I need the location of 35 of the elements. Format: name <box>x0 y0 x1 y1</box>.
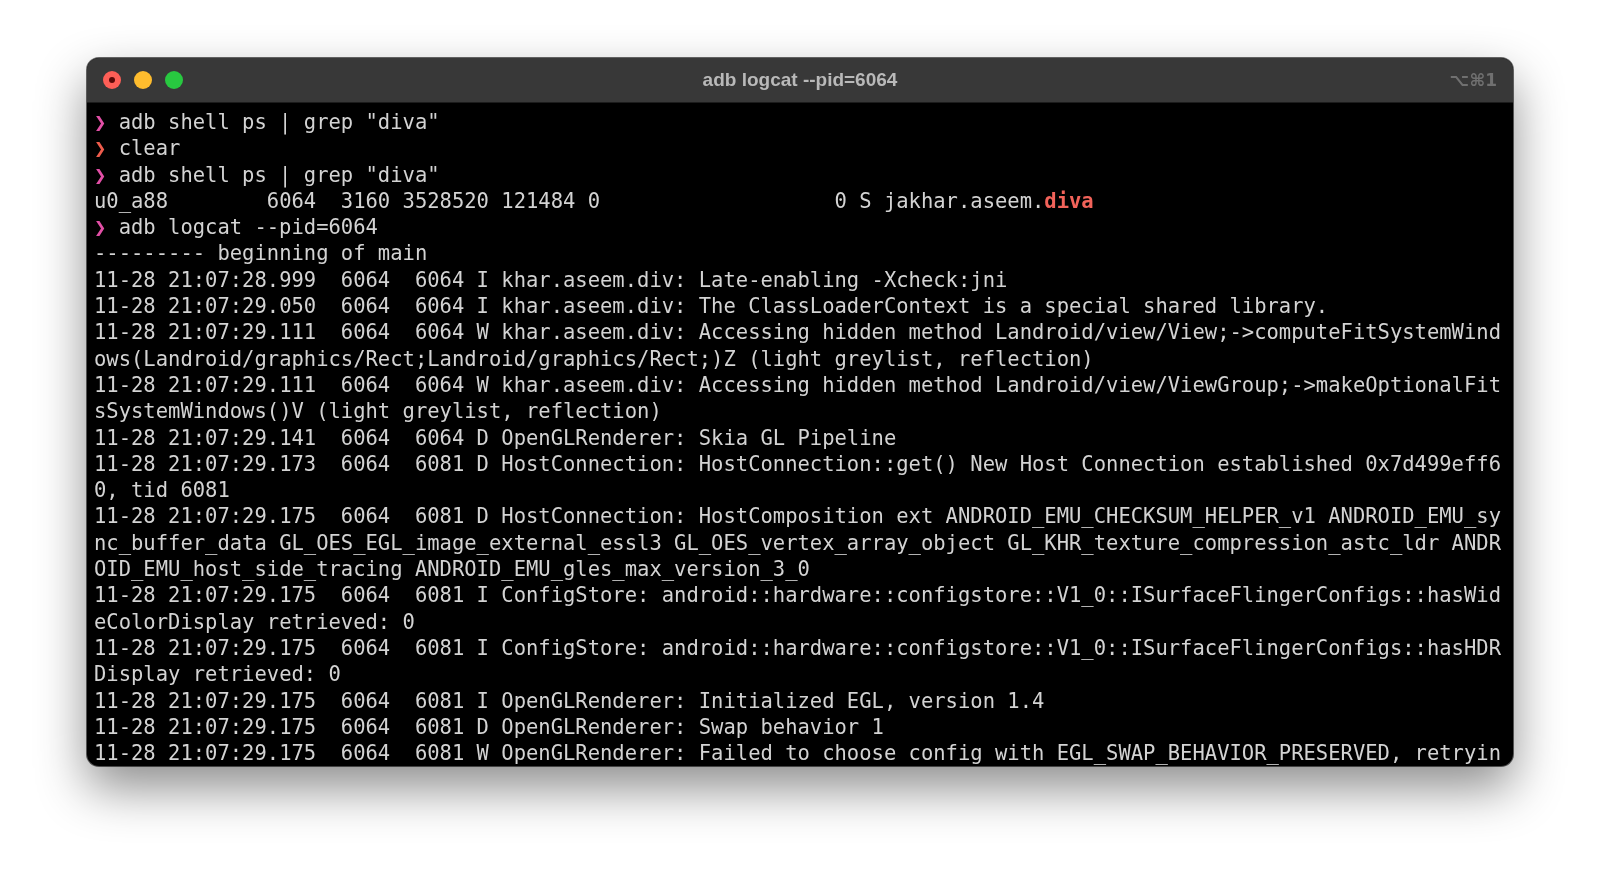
log-line: 11-28 21:07:29.175 6064 6081 I ConfigStore: android::hardware::configstore::V1_0::ISurfaceFlingerConfigs::hasHDR <box>94 634 1502 662</box>
log-line: sSystemWindows()V (light greylist, reflection) <box>94 398 663 425</box>
output-text: u0_a88 6064 3160 3528520 121484 0 0 S jakhar.aseem. <box>94 188 1045 215</box>
log-line: 11-28 21:07:29.175 6064 6081 D HostConnection: HostComposition ext ANDROID_EMU_CHECKSUM_HELPER_v1 ANDROID_EMU_sy <box>94 503 1502 530</box>
command-text: adb shell ps | grep "diva" <box>118 109 440 136</box>
window-title: adb logcat --pid=6064 <box>702 69 898 90</box>
close-button[interactable] <box>103 71 121 89</box>
zoom-button[interactable] <box>165 71 183 89</box>
log-line: 11-28 21:07:29.141 6064 6064 D OpenGLRenderer: Skia GL Pipeline <box>94 424 898 451</box>
log-line: Display retrieved: 0 <box>94 661 342 688</box>
log-line: 11-28 21:07:29.175 6064 6081 W OpenGLRenderer: Failed to choose config with EGL_SWAP_BEHAVIOR_PRESERVED, retryin <box>94 740 1502 766</box>
log-line: --------- beginning of main <box>94 240 429 267</box>
log-line: 11-28 21:07:29.050 6064 6064 I khar.aseem.div: The ClassLoaderContext is a special shared library. <box>94 293 1330 320</box>
log-line: eColorDisplay retrieved: 0 <box>94 608 416 635</box>
log-line: 11-28 21:07:29.111 6064 6064 W khar.aseem.div: Accessing hidden method Landroid/view/ViewGroup;->makeOptionalFit <box>94 371 1502 399</box>
match-highlight: diva <box>1044 187 1094 215</box>
log-line: nc_buffer_data GL_OES_EGL_image_external_essl3 GL_OES_vertex_array_object GL_KHR_texture_compression_astc_ldr ANDR <box>94 529 1502 557</box>
log-line: OID_EMU_host_side_tracing ANDROID_EMU_gles_max_version_3_0 <box>94 556 811 583</box>
log-line: 11-28 21:07:28.999 6064 6064 I khar.aseem.div: Late-enabling -Xcheck:jni <box>94 266 1009 294</box>
prompt-symbol: ❯ <box>94 135 108 162</box>
log-line: 0, tid 6081 <box>94 477 231 504</box>
prompt-symbol: ❯ <box>94 161 108 188</box>
log-line: ows(Landroid/graphics/Rect;Landroid/graphics/Rect;)Z (light greylist, reflection) <box>94 345 1095 372</box>
log-line: 11-28 21:07:29.175 6064 6081 D OpenGLRenderer: Swap behavior 1 <box>94 713 885 741</box>
minimize-button[interactable] <box>134 71 152 89</box>
log-line: 11-28 21:07:29.173 6064 6081 D HostConnection: HostConnection::get() New Host Connection established 0x7d499eff6 <box>94 450 1502 478</box>
log-line: 11-28 21:07:29.175 6064 6081 I ConfigStore: android::hardware::configstore::V1_0::ISurfaceFlingerConfigs::hasWid <box>94 582 1502 609</box>
command-text: adb shell ps | grep "diva" <box>118 161 440 188</box>
command-text: clear <box>118 135 181 162</box>
prompt-symbol: ❯ <box>94 214 108 241</box>
prompt-symbol: ❯ <box>94 109 108 136</box>
shortcut-label: ⌥⌘1 <box>1449 70 1497 90</box>
log-line: 11-28 21:07:29.175 6064 6081 I OpenGLRenderer: Initialized EGL, version 1.4 <box>94 687 1046 714</box>
command-text: adb logcat --pid=6064 <box>118 214 378 241</box>
log-line: 11-28 21:07:29.111 6064 6064 W khar.aseem.div: Accessing hidden method Landroid/view/View;->computeFitSystemWind <box>94 319 1502 346</box>
